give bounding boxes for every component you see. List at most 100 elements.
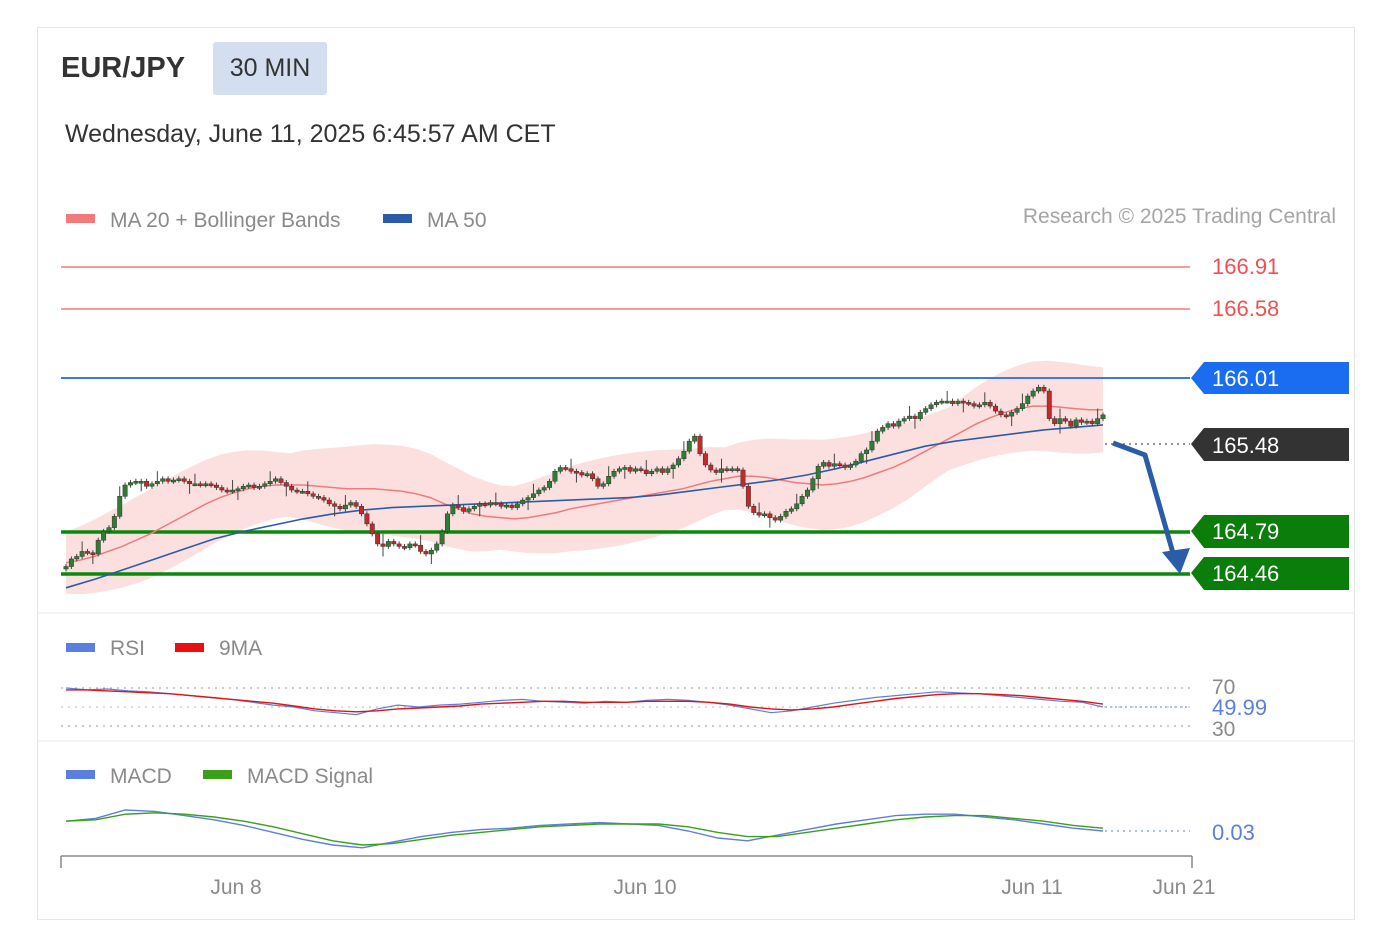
x-label-jun10: Jun 10 [613, 876, 676, 899]
candle-body [670, 464, 676, 469]
candle-body [885, 423, 891, 428]
candle-body [778, 516, 784, 521]
candle-body [240, 486, 246, 490]
rsi-ma-line [66, 689, 1104, 713]
candle-body [251, 484, 257, 488]
candle-body [219, 487, 225, 491]
candle-body [520, 499, 526, 505]
x-label-jun11: Jun 11 [1001, 876, 1063, 899]
candle-body [702, 453, 708, 466]
candle-body [923, 408, 929, 413]
candle-body [1073, 419, 1079, 427]
candle-body [928, 404, 934, 409]
candle-body [772, 517, 778, 521]
candle-body [278, 478, 284, 483]
level-166-91: 166.91 [1212, 254, 1279, 279]
candle-body [95, 539, 101, 555]
candle-body [1009, 412, 1015, 417]
macd-current-value: 0.03 [1212, 820, 1255, 845]
candle-body [907, 415, 913, 419]
candle-body [1019, 403, 1025, 409]
candle-body [224, 489, 230, 493]
candle-body [316, 496, 321, 499]
candle-body [101, 531, 107, 541]
candle-body [643, 469, 649, 475]
candle-body [1014, 408, 1020, 413]
rsi-current-value: 49.99 [1212, 695, 1267, 720]
candle-body [466, 508, 472, 512]
candle-body [79, 551, 85, 557]
candle-body [1003, 414, 1009, 418]
candle-body [493, 502, 499, 505]
candle-body [815, 465, 821, 480]
candle-body [509, 504, 515, 508]
candle-body [874, 430, 880, 442]
candle-body [256, 486, 262, 489]
candle-body [880, 427, 886, 432]
candle-body [90, 552, 96, 555]
candle-body [165, 478, 171, 482]
candle-body [359, 506, 364, 515]
candle-body [831, 463, 837, 467]
candle-body [590, 473, 596, 480]
candle-body [1079, 419, 1084, 423]
candle-body [848, 464, 853, 468]
candle-body [144, 481, 150, 487]
legend-macd-signal-label: MACD Signal [247, 765, 373, 788]
candle-body [455, 504, 461, 508]
candle-body [154, 481, 160, 485]
legend-macd-swatch [66, 770, 95, 779]
candle-body [133, 481, 139, 484]
candle-body [971, 403, 977, 407]
legend-rsi-ma-swatch [175, 643, 204, 652]
candle-body [342, 504, 348, 510]
candle-body [869, 440, 875, 451]
candle-body [740, 469, 746, 487]
candle-body [514, 503, 520, 508]
candle-body [745, 486, 751, 507]
candle-body [788, 508, 794, 512]
macd-signal-line [65, 812, 1104, 846]
candle-body [1030, 390, 1036, 397]
candle-body [407, 543, 413, 548]
candle-body [192, 483, 198, 487]
candle-body [993, 405, 998, 412]
candle-body [659, 468, 665, 473]
candle-body [213, 484, 219, 488]
candle-body [461, 507, 467, 512]
candle-body [138, 481, 144, 484]
candle-body [616, 468, 622, 472]
candle-body [149, 483, 155, 487]
candle-body [434, 543, 440, 551]
level-166-01: 166.01 [1212, 366, 1279, 391]
candle-body [235, 488, 241, 492]
candle-body [998, 410, 1004, 416]
legend-macd-label: MACD [110, 765, 172, 788]
candle-body [729, 468, 735, 471]
legend-macd-signal-swatch [203, 770, 232, 779]
candle-body [1036, 387, 1041, 392]
candle-body [649, 470, 655, 475]
candle-body [692, 435, 698, 442]
candle-body [310, 493, 316, 497]
candle-body [63, 566, 69, 570]
candle-body [606, 476, 612, 485]
candle-body [901, 418, 907, 422]
legend-rsi-ma-label: 9MA [219, 637, 262, 660]
candle-body [337, 506, 343, 510]
candle-body [262, 483, 268, 487]
candle-body [826, 462, 832, 467]
candle-body [955, 400, 961, 404]
candle-body [724, 468, 730, 471]
candle-body [767, 513, 773, 518]
candle-body [944, 400, 950, 404]
candle-body [756, 512, 762, 516]
candle-body [477, 503, 483, 507]
candle-body [600, 483, 606, 487]
forecast-arrow-head [1162, 548, 1190, 574]
level-164-46: 164.46 [1212, 561, 1279, 586]
candle-body [412, 543, 418, 547]
candle-body [896, 420, 902, 427]
candle-body [445, 513, 450, 532]
candle-body [864, 449, 870, 454]
